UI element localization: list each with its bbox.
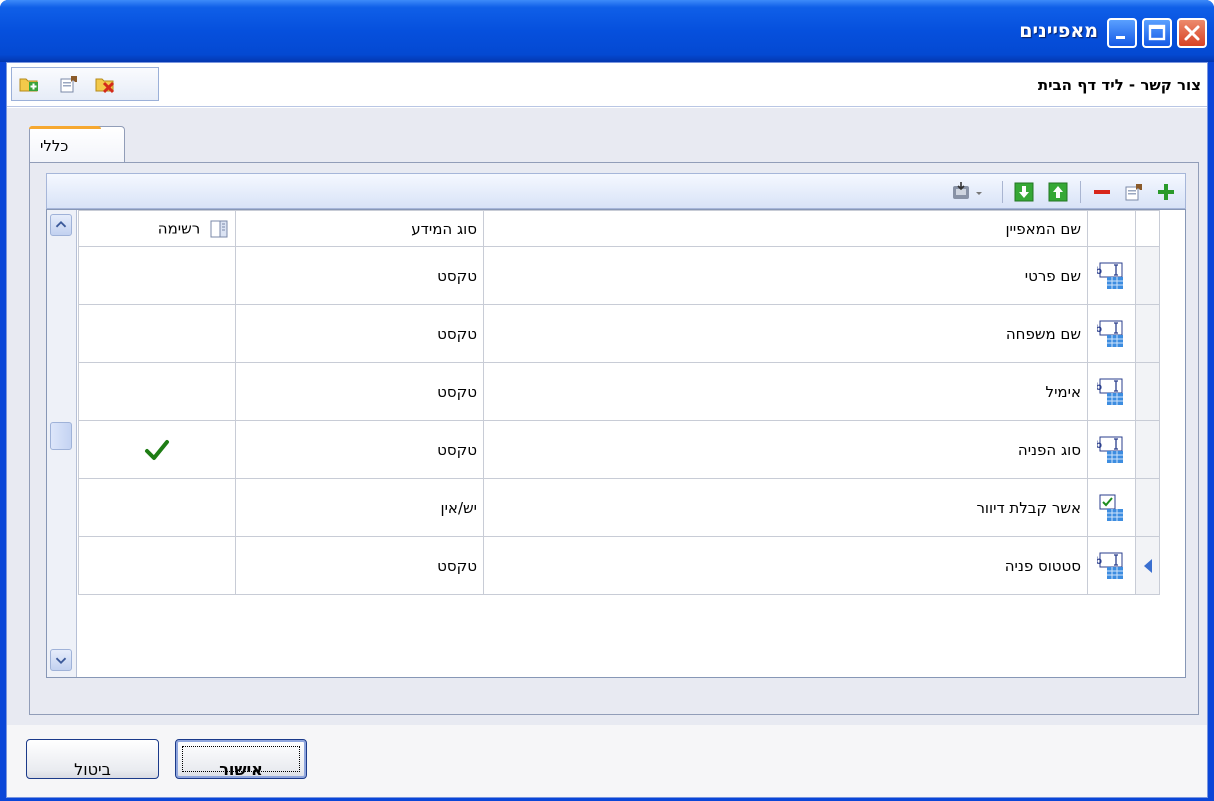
toolbar-separator (1080, 181, 1081, 203)
current-row-icon (1143, 558, 1152, 573)
tab-panel: שם המאפיין סוג המידע רשימה שם פרטי טקסט … (29, 162, 1199, 715)
data-type-cell[interactable]: טקסט (235, 420, 484, 479)
scroll-down-button[interactable] (50, 649, 72, 671)
svg-text:ab: ab (1097, 382, 1102, 393)
list-cell[interactable] (78, 246, 236, 305)
table-row[interactable]: ab שם משפחהטקסט (78, 304, 1160, 363)
data-type-cell[interactable]: טקסט (235, 304, 484, 363)
property-name-cell[interactable]: אימיל (483, 362, 1088, 421)
chevron-up-icon (55, 220, 67, 228)
properties-icon[interactable] (1123, 181, 1145, 203)
properties-icon[interactable] (58, 73, 80, 95)
row-selector[interactable] (1135, 478, 1160, 537)
minimize-icon (1116, 36, 1125, 39)
list-cell[interactable] (78, 362, 236, 421)
grid-toolbar (46, 173, 1186, 209)
column-header-list[interactable]: רשימה (78, 210, 236, 247)
svg-text:ab: ab (1097, 324, 1102, 335)
header-toolbar (11, 67, 159, 101)
checkmark-icon (145, 439, 169, 460)
svg-text:ab: ab (1097, 266, 1102, 277)
list-cell[interactable] (78, 304, 236, 363)
delete-folder-icon[interactable] (94, 73, 116, 95)
column-header-name[interactable]: שם המאפיין (483, 210, 1088, 247)
table-row[interactable]: ab סוג הפניהטקסט (78, 420, 1160, 479)
row-selector[interactable] (1135, 536, 1160, 595)
column-header-type[interactable]: סוג המידע (235, 210, 484, 247)
title-bar[interactable]: מאפיינים (0, 0, 1214, 62)
window-title: מאפיינים (1019, 20, 1098, 42)
toolbar-separator (1002, 181, 1003, 203)
data-type-cell[interactable]: יש/אין (235, 478, 484, 537)
add-folder-icon[interactable] (18, 73, 40, 95)
checkbox-field-icon (1087, 478, 1136, 537)
scroll-thumb[interactable] (50, 422, 72, 450)
list-column-icon (210, 220, 228, 237)
text-field-icon: ab (1087, 536, 1136, 595)
data-type-cell[interactable]: טקסט (235, 362, 484, 421)
table-row[interactable]: ab אימילטקסט (78, 362, 1160, 421)
table-row[interactable]: ab סטטוס פניהטקסט (78, 536, 1160, 595)
content-area: כללי שם המאפיין סוג המידע רשימה שם פרטי … (7, 108, 1207, 725)
ok-button[interactable]: אישור (175, 739, 307, 779)
table-header-row: שם המאפיין סוג המידע רשימה (78, 210, 1160, 247)
page-title: צור קשר - ליד דף הבית (1037, 76, 1201, 94)
move-up-icon[interactable] (1047, 181, 1069, 203)
add-icon[interactable] (1155, 181, 1177, 203)
property-name-cell[interactable]: סטטוס פניה (483, 536, 1088, 595)
svg-text:ab: ab (1097, 556, 1102, 567)
table-row[interactable]: ab שם פרטיטקסט (78, 246, 1160, 305)
property-name-cell[interactable]: שם משפחה (483, 304, 1088, 363)
row-selector[interactable] (1135, 246, 1160, 305)
row-selector[interactable] (1135, 362, 1160, 421)
property-name-cell[interactable]: סוג הפניה (483, 420, 1088, 479)
cancel-button[interactable]: ביטול (26, 739, 159, 779)
list-cell[interactable] (78, 420, 236, 479)
text-field-icon: ab (1087, 362, 1136, 421)
list-cell[interactable] (78, 536, 236, 595)
data-type-cell[interactable]: טקסט (235, 536, 484, 595)
svg-text:ab: ab (1097, 440, 1102, 451)
maximize-button[interactable] (1142, 18, 1172, 48)
properties-window: מאפיינים צור קשר - ליד דף הבית כללי שם ה… (0, 0, 1214, 801)
move-down-icon[interactable] (1013, 181, 1035, 203)
text-field-icon: ab (1087, 304, 1136, 363)
header-bar: צור קשר - ליד דף הבית (7, 63, 1207, 107)
export-dropdown-icon[interactable] (951, 180, 985, 202)
close-button[interactable] (1177, 18, 1207, 48)
dialog-footer: אישור ביטול (7, 725, 1207, 797)
text-field-icon: ab (1087, 420, 1136, 479)
properties-table: שם המאפיין סוג המידע רשימה שם פרטי טקסט … (78, 210, 1160, 595)
close-icon (1184, 25, 1200, 41)
icon-column-header (1087, 210, 1136, 247)
property-name-cell[interactable]: אשר קבלת דיוור (483, 478, 1088, 537)
vertical-scrollbar[interactable] (47, 210, 77, 677)
properties-grid: שם המאפיין סוג המידע רשימה שם פרטי טקסט … (46, 209, 1186, 678)
chevron-down-icon (55, 657, 67, 665)
row-selector[interactable] (1135, 304, 1160, 363)
remove-icon[interactable] (1091, 181, 1113, 203)
maximize-icon (1148, 24, 1166, 41)
list-cell[interactable] (78, 478, 236, 537)
property-name-cell[interactable]: שם פרטי (483, 246, 1088, 305)
table-row[interactable]: אשר קבלת דיוור יש/אין (78, 478, 1160, 537)
window-client: צור קשר - ליד דף הבית כללי שם המאפיין סו… (6, 62, 1208, 798)
tab-label: כללי (40, 137, 69, 155)
scroll-up-button[interactable] (50, 214, 72, 236)
row-selector[interactable] (1135, 420, 1160, 479)
text-field-icon: ab (1087, 246, 1136, 305)
tab-general[interactable]: כללי (29, 126, 125, 164)
row-selector-header (1135, 210, 1160, 247)
data-type-cell[interactable]: טקסט (235, 246, 484, 305)
minimize-button[interactable] (1107, 18, 1137, 48)
